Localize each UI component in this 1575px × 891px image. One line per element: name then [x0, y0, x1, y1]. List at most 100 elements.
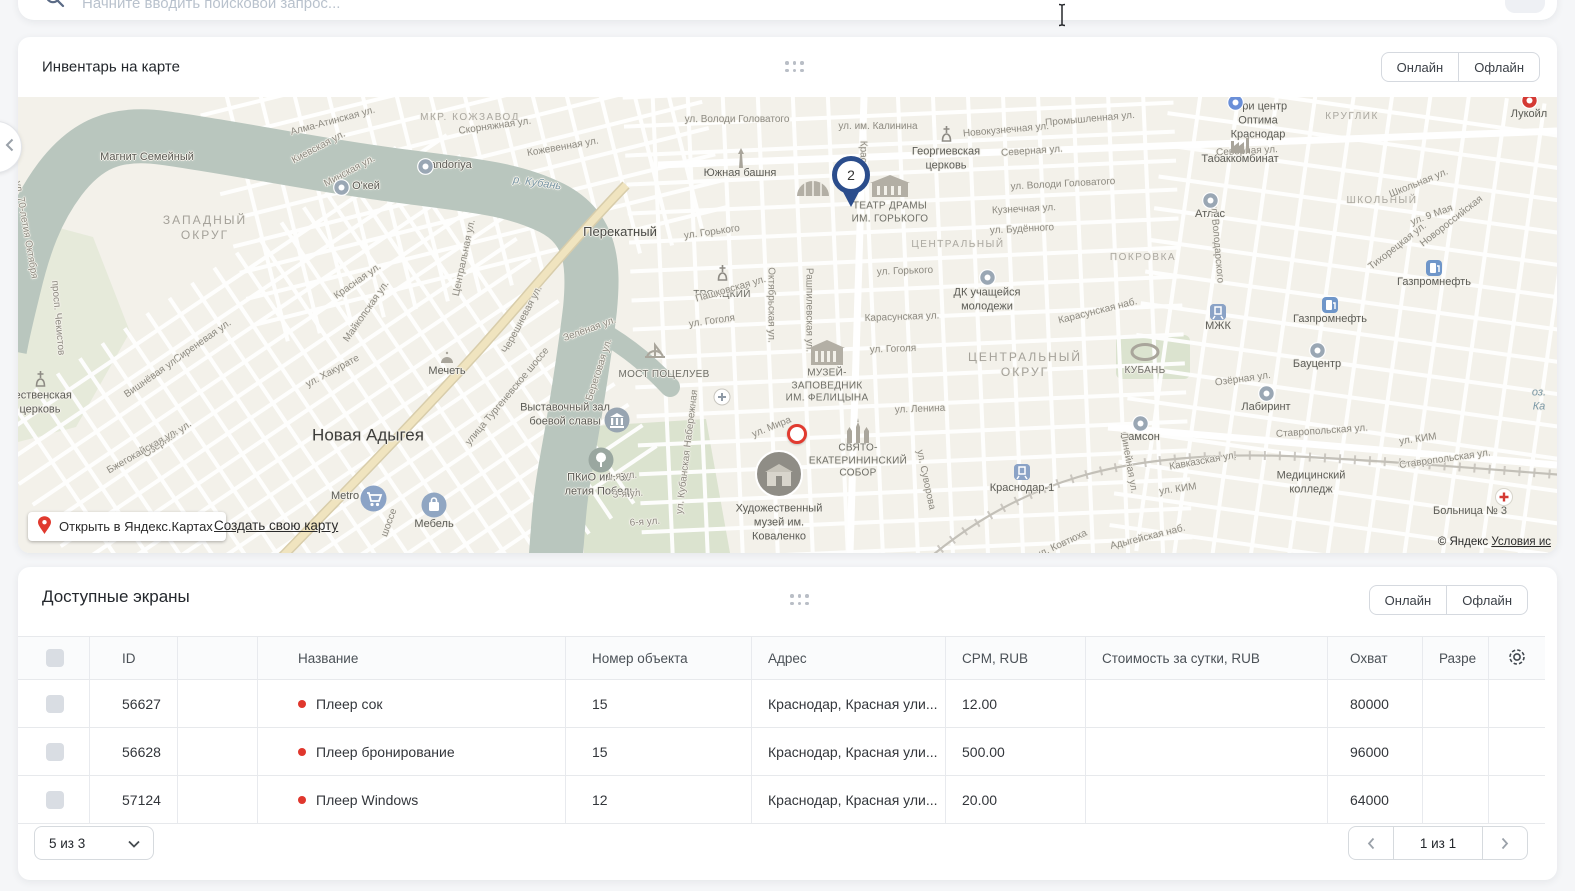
cross-red-icon — [1495, 488, 1513, 511]
map-online-button[interactable]: Онлайн — [1381, 52, 1460, 82]
poi-gray-icon — [417, 158, 434, 180]
screens-card-header: Доступные экраны Онлайн Офлайн — [18, 567, 1557, 627]
rail-icon — [1013, 463, 1031, 486]
cell-cb — [18, 728, 90, 775]
bridge-icon — [643, 341, 667, 364]
screens-offline-button[interactable]: Офлайн — [1446, 585, 1528, 615]
museum-icon — [808, 339, 846, 370]
pager: 1 из 1 — [1348, 826, 1528, 860]
screens-online-offline-toggle: Онлайн Офлайн — [1369, 585, 1528, 615]
map-cluster-marker[interactable]: 2 — [828, 154, 874, 217]
poi-gray-icon — [1309, 342, 1326, 364]
cell-resolution — [1423, 680, 1489, 727]
cell-cb — [18, 637, 90, 679]
cell-gear — [1489, 680, 1545, 727]
mosque-icon — [439, 349, 455, 368]
gas-icon — [1425, 259, 1443, 282]
cell-reach: 96000 — [1328, 728, 1423, 775]
poi-red-icon — [1521, 97, 1538, 114]
cell-resolution — [1423, 728, 1489, 775]
cell-gap — [178, 637, 258, 679]
poi-gray-icon — [1132, 415, 1149, 437]
cell-id: 56628 — [90, 728, 178, 775]
screen-name: Плеер Windows — [316, 792, 418, 808]
map-copyright: © Яндекс — [1438, 536, 1492, 548]
screen-name: Плеер сок — [316, 696, 383, 712]
create-own-map-link[interactable]: Создать свою карту — [214, 518, 338, 533]
cell-gap — [178, 680, 258, 727]
filter-button[interactable] — [1505, 0, 1545, 13]
yandex-map[interactable]: ЗАПАДНЫЙ ОКРУГЦЕНТРАЛЬНЫЙ ОКРУГПОКРОВКАЦ… — [18, 97, 1557, 553]
open-in-yandex-maps-button[interactable]: Открыть в Яндекс.Картах — [28, 512, 226, 541]
prev-page-button[interactable] — [1348, 826, 1394, 860]
next-page-button[interactable] — [1482, 826, 1528, 860]
chevron-down-icon — [128, 836, 140, 851]
cell-address: Краснодар, Красная ули... — [752, 728, 946, 775]
theater-icon — [870, 173, 910, 202]
map-card-header: Инвентарь на карте Онлайн Офлайн — [18, 37, 1557, 97]
table-footer: 5 из 3 1 из 1 — [18, 816, 1557, 870]
svg-text:2: 2 — [847, 167, 855, 183]
cell-cpm: CPM, RUB — [946, 637, 1086, 679]
row-checkbox[interactable] — [46, 791, 64, 809]
table-row[interactable]: 56627Плеер сок15Краснодар, Красная ули..… — [18, 680, 1545, 728]
cathedral-icon — [843, 417, 873, 448]
map-online-offline-toggle: Онлайн Офлайн — [1381, 52, 1540, 82]
page-size-select[interactable]: 5 из 3 — [34, 826, 154, 860]
dome-icon — [795, 174, 831, 201]
cell-gear — [1489, 728, 1545, 775]
inventory-map-card: Инвентарь на карте Онлайн Офлайн — [18, 37, 1557, 553]
cell-name: Плеер сок — [258, 680, 566, 727]
poi-museum-icon — [604, 407, 630, 438]
search-icon — [44, 0, 66, 14]
map-point-marker[interactable] — [787, 424, 807, 444]
drag-handle-icon[interactable] — [790, 594, 809, 605]
cell-gap — [178, 728, 258, 775]
map-card-title: Инвентарь на карте — [42, 59, 180, 76]
cross-icon — [34, 370, 47, 392]
cell-address: Краснодар, Красная ули... — [752, 680, 946, 727]
search-bar[interactable] — [18, 0, 1557, 20]
tower-icon — [734, 148, 748, 173]
screens-table: IDНазваниеНомер объектаАдресCPM, RUBСтои… — [18, 636, 1545, 824]
poi-gray-icon — [979, 269, 996, 291]
map-poi-icons-layer — [18, 97, 1557, 553]
cell-cpm: 12.00 — [946, 680, 1086, 727]
table-header-row: IDНазваниеНомер объектаАдресCPM, RUBСтои… — [18, 636, 1545, 680]
cell-id: 56627 — [90, 680, 178, 727]
cell-resolution: Разре — [1423, 637, 1489, 679]
poi-gray-icon — [333, 179, 350, 201]
cross-icon — [716, 264, 729, 286]
status-dot-icon — [298, 796, 306, 804]
cell-gear — [1489, 637, 1545, 679]
cell-reach: 80000 — [1328, 680, 1423, 727]
cell-daily_cost — [1086, 728, 1328, 775]
search-input[interactable] — [82, 0, 782, 18]
cell-cpm: 500.00 — [946, 728, 1086, 775]
map-attribution: © Яндекс Условия ис — [1438, 536, 1551, 548]
plus-icon — [713, 388, 731, 411]
stadium-icon — [1130, 343, 1160, 366]
row-checkbox[interactable] — [46, 743, 64, 761]
select-all-checkbox[interactable] — [46, 649, 64, 667]
poi-gray-icon — [1202, 192, 1219, 214]
poi-blue-icon — [1227, 97, 1244, 116]
map-terms-link[interactable]: Условия ис — [1491, 536, 1551, 548]
screens-card-title: Доступные экраны — [42, 587, 190, 607]
screen-name: Плеер бронирование — [316, 744, 455, 760]
factory-icon — [1229, 137, 1251, 158]
page-size-value: 5 из 3 — [49, 836, 85, 851]
gear-icon[interactable] — [1505, 645, 1529, 672]
drag-handle-icon[interactable] — [785, 61, 804, 72]
gas-icon — [1321, 296, 1339, 319]
rail-icon — [1209, 303, 1227, 326]
map-offline-button[interactable]: Офлайн — [1458, 52, 1540, 82]
table-row[interactable]: 56628Плеер бронирование15Краснодар, Крас… — [18, 728, 1545, 776]
cell-id: ID — [90, 637, 178, 679]
funnel-icon — [1518, 0, 1533, 2]
available-screens-card: Доступные экраны Онлайн Офлайн IDНазвани… — [18, 567, 1557, 880]
screens-online-button[interactable]: Онлайн — [1369, 585, 1448, 615]
cross-icon — [940, 125, 953, 147]
cell-daily_cost — [1086, 680, 1328, 727]
row-checkbox[interactable] — [46, 695, 64, 713]
